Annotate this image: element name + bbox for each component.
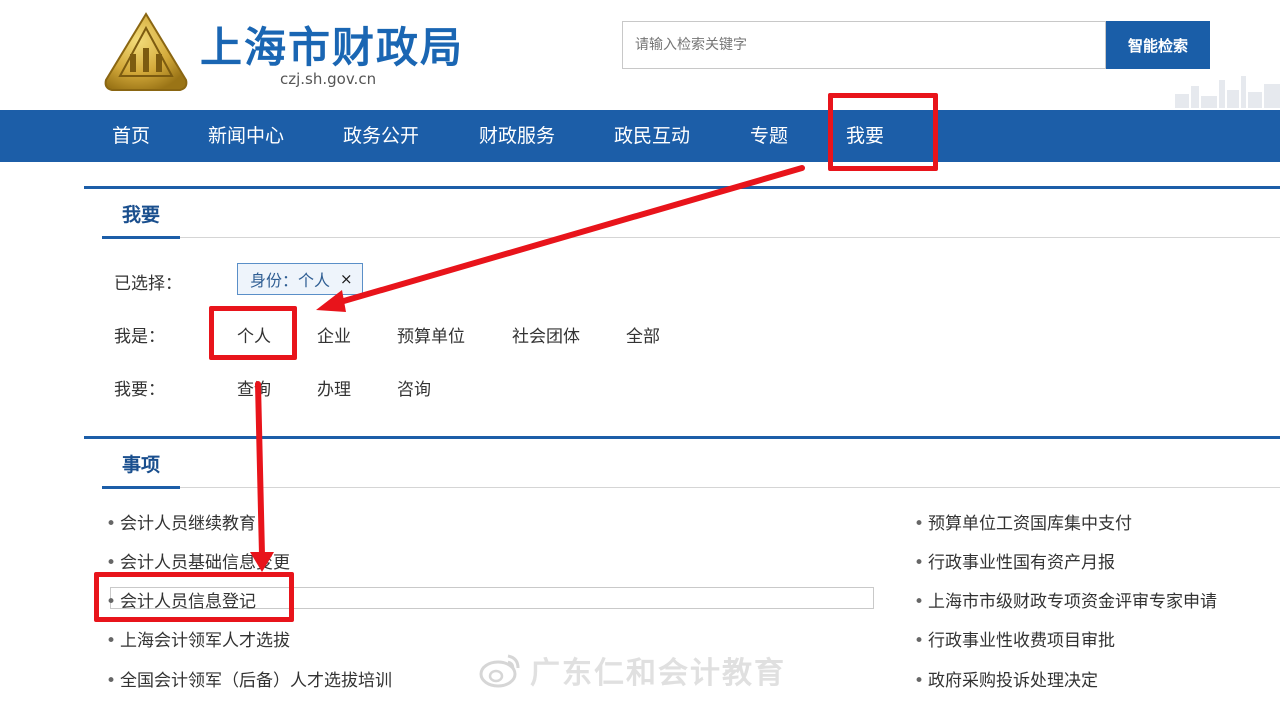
- main-navbar: 首页 新闻中心 政务公开 财政服务 政民互动 专题 我要: [0, 110, 1280, 162]
- identity-label: 我是：: [114, 327, 165, 347]
- site-header: 上海市财政局 czj.sh.gov.cn 智能检索: [0, 0, 1280, 110]
- list-item[interactable]: • 行政事业性国有资产月报: [914, 548, 1115, 573]
- annotation-box-individual: [209, 306, 297, 360]
- nav-public-interaction[interactable]: 政民互动: [614, 110, 690, 162]
- skyline-decoration: [1175, 76, 1280, 108]
- selected-label: 已选择：: [114, 274, 182, 294]
- site-title: 上海市财政局: [200, 23, 465, 72]
- annotation-box-info-registration: [94, 572, 294, 622]
- search-button[interactable]: 智能检索: [1106, 21, 1210, 69]
- list-item-label: 行政事业性国有资产月报: [928, 553, 1115, 573]
- list-item-label: 会计人员继续教育: [120, 514, 256, 534]
- list-item-label: 预算单位工资国库集中支付: [928, 514, 1132, 534]
- filter-section-title: 我要: [102, 191, 180, 239]
- list-item-label: 政府采购投诉处理决定: [928, 671, 1098, 691]
- nav-home[interactable]: 首页: [112, 110, 150, 162]
- annotation-box-nav-i-want: [828, 93, 938, 171]
- list-item-label: 行政事业性收费项目审批: [928, 631, 1115, 651]
- chip-close-icon[interactable]: ×: [340, 270, 353, 288]
- list-item[interactable]: • 会计人员基础信息变更: [106, 548, 290, 573]
- logo-emblem-icon: [104, 12, 188, 91]
- watermark: 广东仁和会计教育: [478, 648, 786, 692]
- bullet-icon: •: [106, 671, 117, 691]
- weibo-logo-icon: [479, 654, 520, 688]
- search-input[interactable]: [623, 22, 1105, 68]
- search-box[interactable]: [622, 21, 1106, 69]
- bullet-icon: •: [914, 671, 925, 691]
- filter-section-header: 我要: [102, 189, 1280, 239]
- nav-special-topics[interactable]: 专题: [750, 110, 788, 162]
- identity-option-social-group[interactable]: 社会团体: [512, 322, 580, 347]
- list-item-label: 全国会计领军（后备）人才选拔培训: [120, 671, 392, 691]
- watermark-text: 广东仁和会计教育: [530, 656, 786, 691]
- list-item[interactable]: • 上海会计领军人才选拔: [106, 626, 290, 651]
- items-section-title: 事项: [102, 441, 180, 489]
- action-option-consult[interactable]: 咨询: [397, 375, 431, 400]
- identity-option-all[interactable]: 全部: [626, 322, 660, 347]
- list-item[interactable]: • 会计人员继续教育: [106, 509, 256, 534]
- action-option-query[interactable]: 查询: [237, 375, 271, 400]
- bullet-icon: •: [106, 553, 117, 573]
- list-item[interactable]: • 政府采购投诉处理决定: [914, 666, 1098, 691]
- nav-finance-services[interactable]: 财政服务: [479, 110, 555, 162]
- bullet-icon: •: [914, 553, 925, 573]
- bullet-icon: •: [106, 631, 117, 651]
- list-item[interactable]: • 预算单位工资国库集中支付: [914, 509, 1132, 534]
- items-section-header: 事项: [102, 439, 1280, 489]
- action-option-handle[interactable]: 办理: [317, 375, 351, 400]
- nav-news-center[interactable]: 新闻中心: [208, 110, 284, 162]
- identity-option-budget-unit[interactable]: 预算单位: [397, 322, 465, 347]
- nav-government-affairs[interactable]: 政务公开: [343, 110, 419, 162]
- bullet-icon: •: [106, 514, 117, 534]
- list-item[interactable]: • 全国会计领军（后备）人才选拔培训: [106, 666, 392, 691]
- identity-option-enterprise[interactable]: 企业: [317, 322, 351, 347]
- list-item[interactable]: • 行政事业性收费项目审批: [914, 626, 1115, 651]
- bullet-icon: •: [914, 514, 925, 534]
- bullet-icon: •: [914, 631, 925, 651]
- list-item-label: 上海市市级财政专项资金评审专家申请: [928, 592, 1217, 612]
- list-item-label: 会计人员基础信息变更: [120, 553, 290, 573]
- selected-chip-text: 身份：个人: [250, 271, 331, 290]
- list-item-label: 上海会计领军人才选拔: [120, 631, 290, 651]
- site-domain: czj.sh.gov.cn: [280, 70, 377, 88]
- action-label: 我要：: [114, 380, 165, 400]
- selected-filter-chip: 身份：个人 ×: [237, 263, 363, 295]
- list-item[interactable]: • 上海市市级财政专项资金评审专家申请: [914, 587, 1217, 612]
- bullet-icon: •: [914, 592, 925, 612]
